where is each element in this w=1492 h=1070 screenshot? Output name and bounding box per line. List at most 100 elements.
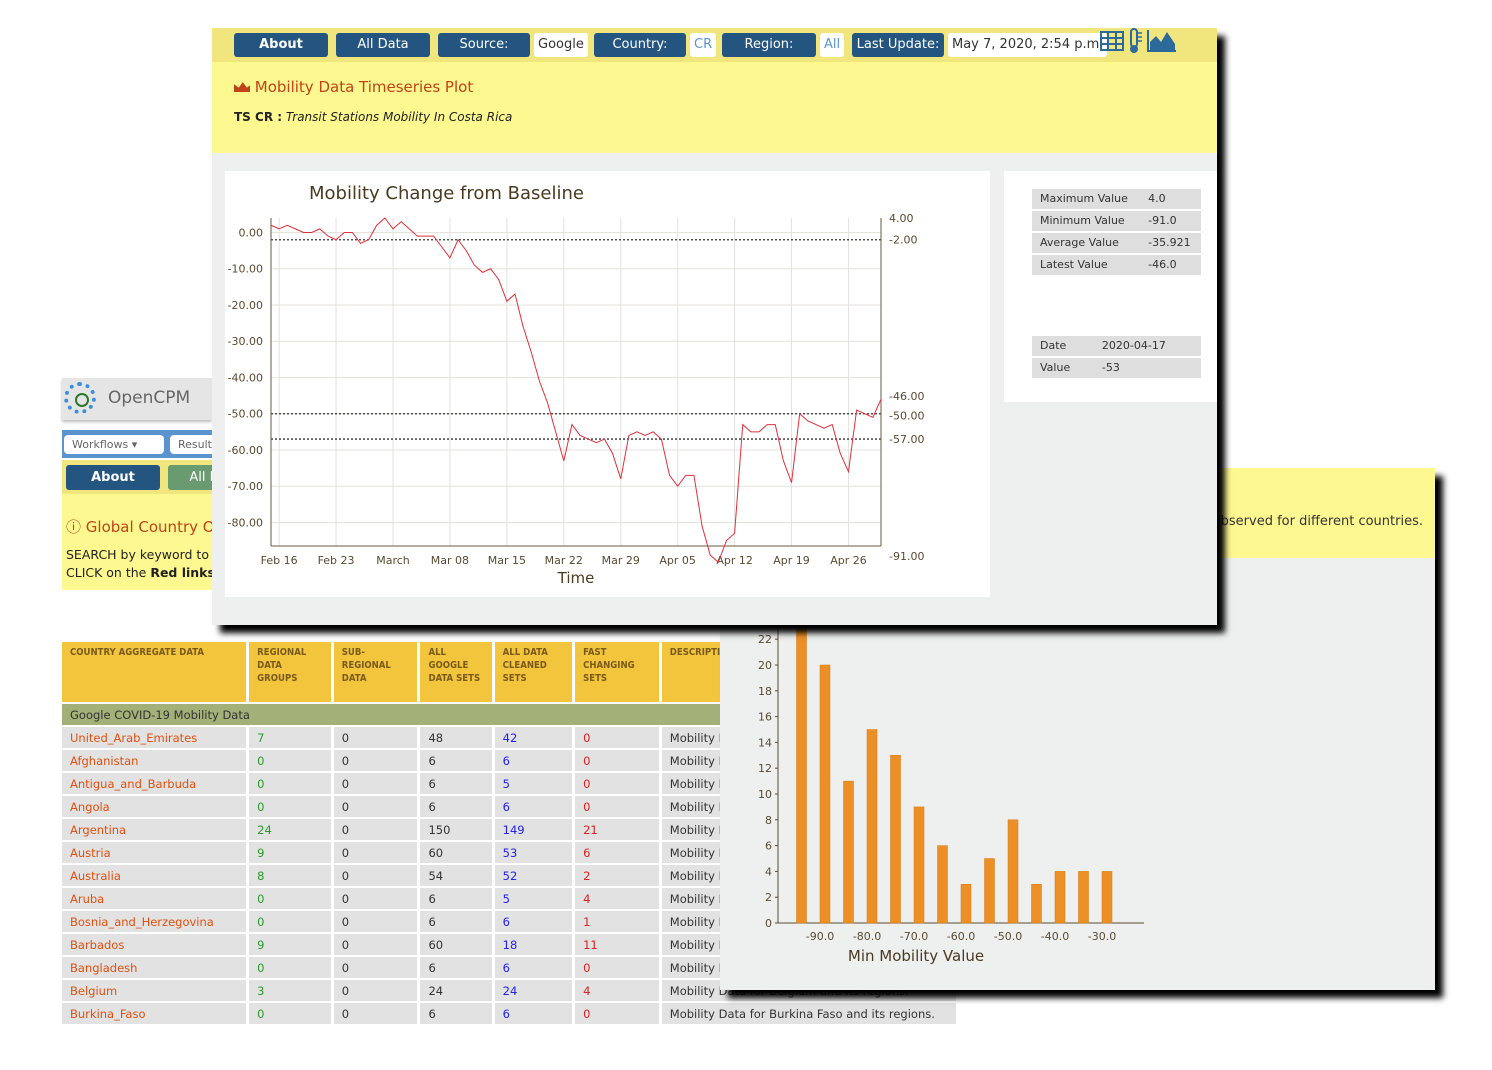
cleaned-sets-link[interactable]: 52 [494,865,573,886]
all-data-button[interactable]: All Data [168,465,212,490]
stat-label: Date [1032,336,1094,356]
cleaned-sets-link[interactable]: 149 [494,819,573,840]
google-sets-count: 60 [420,842,492,863]
y-tick-label: -60.00 [228,444,263,457]
right-tick-label: 4.00 [889,212,914,225]
y-tick-label: 12 [758,762,772,775]
fast-changing-count: 0 [575,750,659,771]
x-tick-label: -80.0 [853,930,881,943]
all-data-button[interactable]: All Data [336,33,430,57]
stat-label: Value [1032,358,1094,378]
series-code: TS CR : [234,110,283,124]
intro-section: ⓘ Global Country Overview SEARCH by keyw… [62,494,212,590]
country-link[interactable]: Australia [62,865,247,886]
thermometer-icon[interactable] [1127,28,1143,54]
fast-changing-count: 4 [575,888,659,909]
cleaned-sets-link[interactable]: 6 [494,1003,573,1024]
region-value[interactable]: All [820,33,845,57]
regional-count: 0 [249,957,331,978]
cleaned-sets-link[interactable]: 6 [494,796,573,817]
y-tick-label: 22 [758,633,772,646]
timeseries-chart: Mobility Change from Baseline 0.00 -10.00 -… [228,183,925,587]
area-chart-icon[interactable] [1146,28,1178,54]
country-value[interactable]: CR [690,33,717,57]
info-icon: ⓘ [66,518,86,536]
fast-changing-count: 6 [575,842,659,863]
subregional-count: 0 [333,727,418,748]
instruction-search: SEARCH by keyword to refine [66,547,212,562]
fast-changing-count: 21 [575,819,659,840]
x-tick-label: March [376,554,410,567]
y-tick-label: 18 [758,685,772,698]
histogram-bar [1054,871,1066,924]
x-tick-label: Mar 15 [488,554,526,567]
country-link[interactable]: Belgium [62,980,247,1001]
country-link[interactable]: Bosnia_and_Herzegovina [62,911,247,932]
country-link[interactable]: Austria [62,842,247,863]
cleaned-sets-link[interactable]: 42 [494,727,573,748]
regional-count: 9 [249,842,331,863]
google-sets-count: 24 [420,980,492,1001]
subregional-count: 0 [333,842,418,863]
fast-changing-count: 1 [575,911,659,932]
cleaned-sets-link[interactable]: 6 [494,957,573,978]
brand-name: OpenCPM [108,388,191,408]
fast-changing-count: 0 [575,1003,659,1024]
subregional-count: 0 [333,796,418,817]
regional-count: 8 [249,865,331,886]
cleaned-sets-link[interactable]: 5 [494,773,573,794]
country-link[interactable]: Aruba [62,888,247,909]
y-tick-label: -80.00 [228,516,263,529]
cleaned-sets-link[interactable]: 6 [494,911,573,932]
country-link[interactable]: Antigua_and_Barbuda [62,773,247,794]
histogram-bar [1031,884,1042,924]
y-tick-label: 20 [758,659,772,672]
column-header: COUNTRY AGGREGATE DATA [62,642,247,702]
y-tick-label: -40.00 [228,371,263,384]
google-sets-count: 54 [420,865,492,886]
instructions: SEARCH by keyword to refine CLICK on the… [66,546,212,582]
stat-value: 4.0 [1140,189,1201,209]
cleaned-sets-link[interactable]: 18 [494,934,573,955]
cleaned-sets-link[interactable]: 24 [494,980,573,1001]
x-axis-label: Time [557,569,595,587]
stat-row: Latest Value -46.0 [1032,255,1201,275]
histogram-bar [890,755,901,924]
section-title: ⓘ Global Country Overview [66,516,212,537]
country-link[interactable]: Burkina_Faso [62,1003,247,1024]
y-tick-label: -20.00 [228,299,263,312]
fast-changing-count: 4 [575,980,659,1001]
country-link[interactable]: Afghanistan [62,750,247,771]
column-header: ALL GOOGLE DATA SETS [420,642,492,702]
x-tick-label: -60.0 [947,930,975,943]
about-button[interactable]: About [66,465,160,490]
bold-text: Red links [150,565,212,580]
y-tick-label: -30.00 [228,335,263,348]
country-link[interactable]: Argentina [62,819,247,840]
country-link[interactable]: Bangladesh [62,957,247,978]
workflows-menu[interactable]: Workflows ▾ [64,435,164,454]
x-tick-label: Apr 19 [773,554,810,567]
country-link[interactable]: United_Arab_Emirates [62,727,247,748]
area-chart-icon [234,82,250,92]
x-tick-label: -50.0 [994,930,1022,943]
y-tick-label: 0 [765,917,772,930]
x-tick-label: -70.0 [900,930,928,943]
about-button[interactable]: About [234,33,328,57]
subregional-count: 0 [333,934,418,955]
cleaned-sets-link[interactable]: 5 [494,888,573,909]
google-sets-count: 6 [420,773,492,794]
country-link[interactable]: Barbados [62,934,247,955]
subregional-count: 0 [333,819,418,840]
cleaned-sets-link[interactable]: 53 [494,842,573,863]
country-label: Country: [594,33,686,57]
subregional-count: 0 [333,773,418,794]
country-link[interactable]: Angola [62,796,247,817]
regional-count: 0 [249,796,331,817]
x-tick-label: Mar 29 [602,554,640,567]
column-header: REGIONAL DATA GROUPS [249,642,331,702]
histogram-bar [796,626,807,924]
table-icon[interactable] [1100,30,1124,52]
x-tick-label: Feb 23 [318,554,355,567]
cleaned-sets-link[interactable]: 6 [494,750,573,771]
